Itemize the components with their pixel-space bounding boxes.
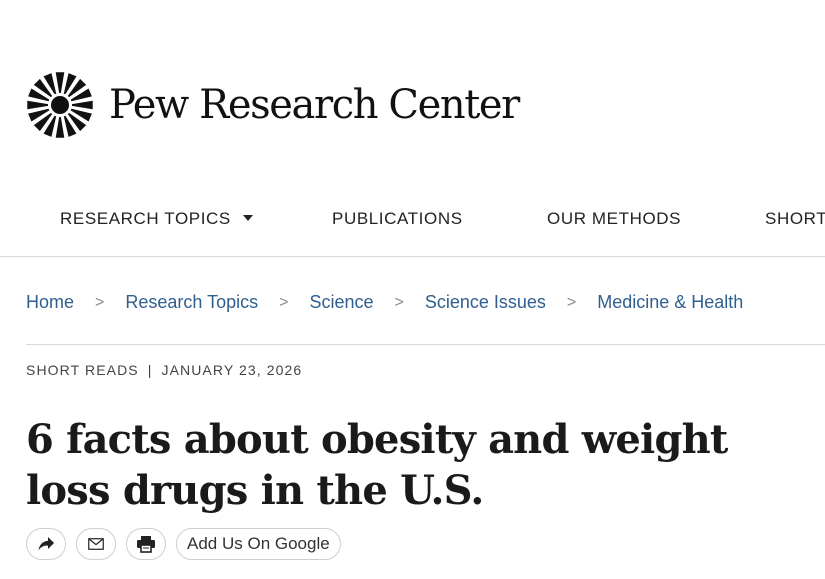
breadcrumb-separator: > — [394, 293, 404, 311]
breadcrumb-medicine-health[interactable]: Medicine & Health — [597, 292, 743, 313]
logo-ray — [55, 116, 65, 138]
article-meta: SHORT READS | JANUARY 23, 2026 — [26, 362, 302, 378]
breadcrumb-separator: > — [279, 293, 289, 311]
site-logo[interactable]: Pew Research Center — [26, 70, 520, 140]
breadcrumb-home[interactable]: Home — [26, 292, 74, 313]
nav-item-label: PUBLICATIONS — [332, 209, 463, 228]
share-arrow-icon — [38, 537, 54, 551]
nav-item-label: RESEARCH TOPICS — [60, 209, 231, 228]
logo-ray — [27, 100, 49, 110]
breadcrumb-separator: > — [95, 293, 105, 311]
article-date: JANUARY 23, 2026 — [161, 362, 303, 378]
add-us-on-google-label: Add Us On Google — [187, 534, 330, 553]
logo-ray — [55, 72, 65, 94]
caret-down-icon — [242, 215, 253, 221]
print-button[interactable] — [126, 528, 166, 560]
nav-item-label: OUR METHODS — [547, 209, 682, 228]
pew-sunburst-icon — [27, 72, 93, 138]
breadcrumb-science[interactable]: Science — [309, 292, 373, 313]
breadcrumb: Home > Research Topics > Science > Scien… — [26, 292, 743, 313]
main-nav: RESEARCH TOPICS PUBLICATIONS OUR METHODS… — [0, 190, 825, 257]
page-title: 6 facts about obesity and weight loss dr… — [26, 416, 728, 514]
meta-separator: | — [147, 362, 153, 378]
share-toolbar: Add Us On Google — [26, 528, 341, 560]
breadcrumb-science-issues[interactable]: Science Issues — [425, 292, 546, 313]
breadcrumb-separator: > — [566, 293, 577, 311]
printer-icon — [137, 536, 155, 553]
nav-item-short-reads[interactable]: SHORT — [765, 209, 825, 229]
logo-ray — [71, 100, 93, 110]
brand-name: Pew Research Center — [109, 82, 520, 128]
share-button[interactable] — [26, 528, 66, 560]
article-category[interactable]: SHORT READS — [26, 362, 139, 378]
divider — [26, 344, 825, 345]
add-us-on-google-button[interactable]: Add Us On Google — [176, 528, 341, 560]
envelope-icon — [88, 538, 104, 550]
nav-item-our-methods[interactable]: OUR METHODS — [547, 209, 681, 229]
nav-item-label: SHORT — [765, 209, 825, 228]
nav-item-research-topics[interactable]: RESEARCH TOPICS — [60, 209, 253, 229]
email-button[interactable] — [76, 528, 116, 560]
breadcrumb-research-topics[interactable]: Research Topics — [125, 292, 258, 313]
nav-item-publications[interactable]: PUBLICATIONS — [332, 209, 463, 229]
